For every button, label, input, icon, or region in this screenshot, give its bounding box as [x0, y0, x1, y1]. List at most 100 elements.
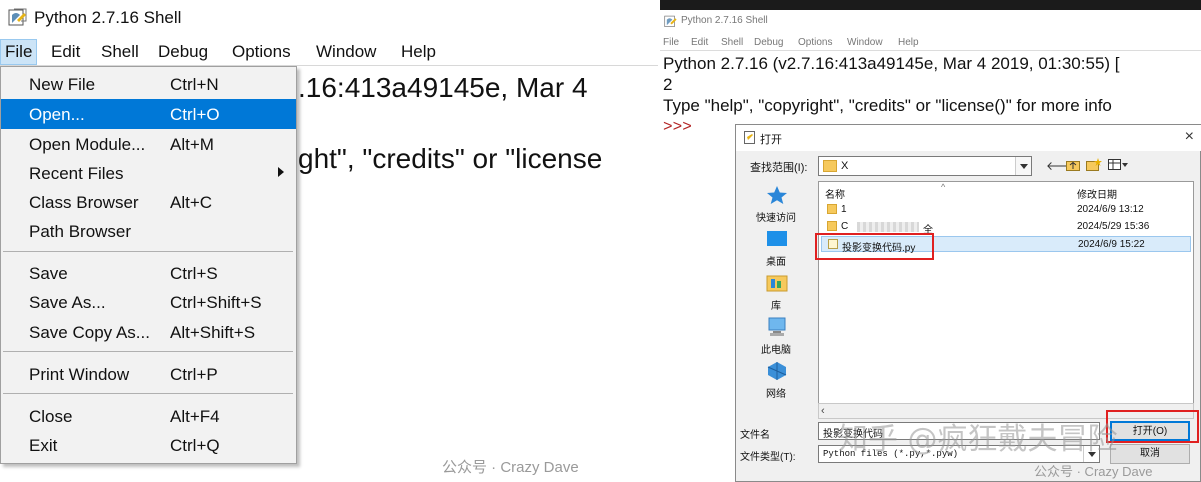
star-icon — [767, 186, 787, 204]
file-date: 2024/6/9 13:12 — [1077, 204, 1144, 215]
file-name: 1 — [841, 204, 847, 215]
file-date: 2024/6/9 15:22 — [1078, 239, 1145, 250]
close-icon[interactable]: × — [1185, 128, 1194, 146]
menu-edit[interactable]: Edit — [51, 42, 80, 62]
place-network[interactable]: 网络 — [738, 359, 814, 407]
menu-options[interactable]: Options — [232, 42, 291, 62]
menu-window[interactable]: Window — [847, 37, 883, 48]
shell-line-version: .16:413a49145e, Mar 4 — [298, 72, 588, 103]
menu-item-accel: Alt+F4 — [170, 407, 220, 426]
menu-item-label: Save As... — [29, 293, 106, 312]
window-title: Python 2.7.16 Shell — [34, 8, 182, 27]
dialog-title: 打开 — [760, 134, 782, 146]
place-label: 此电脑 — [761, 345, 791, 356]
file-menu-dropdown: New File Ctrl+N Open... Ctrl+O Open Modu… — [0, 66, 297, 464]
place-quick-access[interactable]: 快速访问 — [738, 183, 814, 231]
menu-edit[interactable]: Edit — [691, 37, 708, 48]
look-in-label: 查找范围(I): — [750, 162, 808, 174]
file-list: ^ 名称 修改日期 1 2024/6/9 13:12 C 全 2024/5/29… — [818, 181, 1194, 419]
menu-item-accel: Ctrl+N — [170, 75, 219, 94]
computer-icon — [768, 317, 786, 336]
menu-item-accel: Ctrl+Shift+S — [170, 293, 262, 312]
menu-item-label: Close — [29, 407, 73, 426]
network-icon — [767, 362, 787, 380]
menu-item-recent-files[interactable]: Recent Files — [1, 158, 296, 188]
menu-separator — [3, 393, 293, 394]
shell-line-help: ght", "credits" or "license — [298, 143, 603, 174]
menu-shell[interactable]: Shell — [721, 37, 743, 48]
menu-debug[interactable]: Debug — [754, 37, 783, 48]
left-titlebar: Python 2.7.16 Shell — [0, 0, 658, 36]
left-menubar: File Edit Shell Debug Options Window Hel… — [0, 38, 658, 66]
menu-item-path-browser[interactable]: Path Browser — [1, 216, 296, 246]
menu-help[interactable]: Help — [401, 42, 436, 62]
place-label: 库 — [771, 301, 781, 312]
menu-item-exit[interactable]: Exit Ctrl+Q — [1, 430, 296, 460]
menu-item-label: Open Module... — [29, 135, 146, 154]
chevron-down-icon[interactable] — [1015, 157, 1031, 175]
menu-item-save[interactable]: Save Ctrl+S — [1, 258, 296, 288]
menu-item-close[interactable]: Close Alt+F4 — [1, 401, 296, 431]
menu-item-save-copy-as[interactable]: Save Copy As... Alt+Shift+S — [1, 317, 296, 347]
menu-item-new-file[interactable]: New File Ctrl+N — [1, 69, 296, 99]
column-header-name[interactable]: 名称 — [825, 186, 845, 201]
right-menubar: File Edit Shell Debug Options Window Hel… — [660, 35, 1201, 51]
menu-debug[interactable]: Debug — [158, 42, 208, 62]
python-idle-icon — [664, 15, 677, 27]
library-icon — [766, 275, 788, 292]
folder-icon — [823, 160, 837, 172]
shell-line-2: 2 — [663, 75, 673, 94]
place-label: 桌面 — [766, 257, 786, 268]
menu-window[interactable]: Window — [316, 42, 376, 62]
menu-item-accel: Ctrl+Q — [170, 436, 220, 455]
scroll-left-icon[interactable]: ‹ — [821, 405, 825, 417]
menu-item-label: Path Browser — [29, 222, 132, 241]
menu-item-label: Open... — [29, 105, 85, 124]
column-header-date[interactable]: 修改日期 — [1077, 186, 1117, 201]
left-idle-window: Python 2.7.16 Shell File Edit Shell Debu… — [0, 0, 658, 482]
menu-file[interactable]: File — [0, 39, 38, 65]
menu-item-save-as[interactable]: Save As... Ctrl+Shift+S — [1, 287, 296, 317]
menu-help[interactable]: Help — [898, 37, 919, 48]
watermark-right: 公众号 · Crazy Dave — [1034, 464, 1153, 479]
menu-item-print-window[interactable]: Print Window Ctrl+P — [1, 359, 296, 389]
menu-options[interactable]: Options — [798, 37, 832, 48]
place-label: 快速访问 — [756, 213, 796, 224]
sort-ascending-icon: ^ — [941, 182, 946, 192]
menu-item-accel: Ctrl+P — [170, 365, 218, 384]
place-desktop[interactable]: 桌面 — [738, 227, 814, 275]
menu-item-accel: Alt+M — [170, 135, 214, 154]
new-folder-icon[interactable] — [1086, 158, 1102, 171]
folder-icon — [827, 221, 837, 231]
menu-item-accel: Ctrl+S — [170, 264, 218, 283]
menu-separator — [3, 251, 293, 252]
menu-separator — [3, 351, 293, 352]
menu-file[interactable]: File — [663, 37, 679, 48]
menu-item-label: Recent Files — [29, 164, 124, 183]
python-file-icon — [744, 131, 755, 144]
menu-item-label: Save Copy As... — [29, 323, 150, 342]
folder-icon — [827, 204, 837, 214]
view-menu-icon[interactable] — [1108, 159, 1128, 171]
menu-item-open-module[interactable]: Open Module... Alt+M — [1, 129, 296, 159]
menu-item-open[interactable]: Open... Ctrl+O — [1, 99, 296, 129]
place-this-pc[interactable]: 此电脑 — [738, 315, 814, 363]
submenu-arrow-icon — [278, 167, 284, 177]
up-folder-icon[interactable] — [1066, 159, 1080, 171]
annotation-box-file — [815, 233, 934, 260]
menu-item-class-browser[interactable]: Class Browser Alt+C — [1, 187, 296, 217]
menu-shell[interactable]: Shell — [101, 42, 139, 62]
look-in-select[interactable]: X — [818, 156, 1032, 176]
dialog-titlebar: 打开 × — [736, 125, 1201, 151]
top-dark-bar — [660, 0, 1201, 10]
places-bar: 快速访问 桌面 库 此电脑 网络 — [738, 181, 814, 413]
look-in-value: X — [841, 160, 849, 172]
menu-item-label: Print Window — [29, 365, 130, 384]
python-idle-icon — [8, 8, 27, 26]
desktop-icon — [767, 231, 787, 246]
watermark-zhihu: 知乎 @疯狂戴夫冒险 — [838, 422, 1118, 457]
place-library[interactable]: 库 — [738, 271, 814, 319]
file-date: 2024/5/29 15:36 — [1077, 221, 1150, 232]
file-row[interactable]: 1 2024/6/9 13:12 — [821, 202, 1191, 218]
menu-item-label: Class Browser — [29, 193, 139, 212]
